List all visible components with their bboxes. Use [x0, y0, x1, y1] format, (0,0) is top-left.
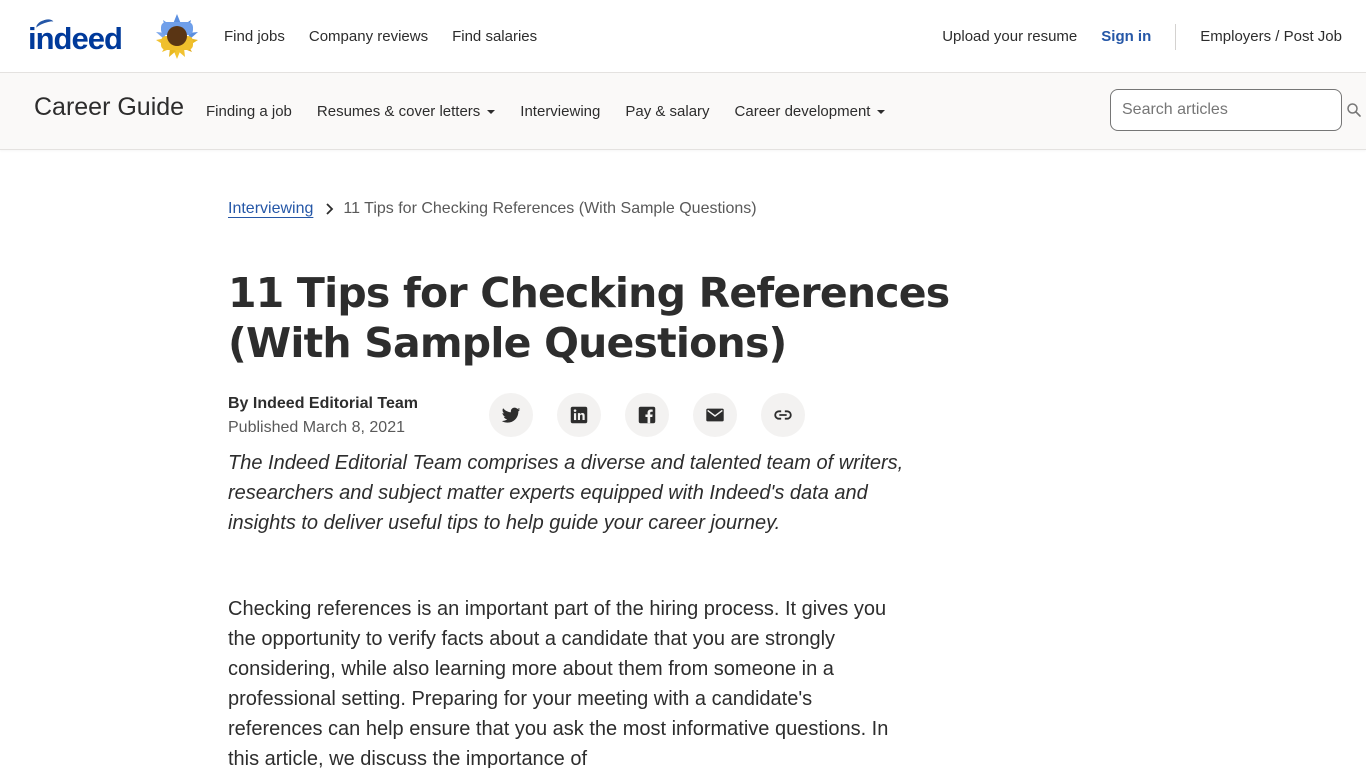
primary-nav: Find jobs Company reviews Find salaries	[224, 0, 561, 73]
share-facebook-button[interactable]	[625, 393, 669, 437]
employers-post-job-link[interactable]: Employers / Post Job	[1200, 28, 1342, 45]
guide-nav-resumes-cover-letters[interactable]: Resumes & cover letters	[316, 103, 496, 120]
guide-nav-finding-a-job[interactable]: Finding a job	[206, 103, 292, 120]
top-header: indeed Find jobs Company reviews Find sa…	[0, 0, 1366, 73]
guide-nav-interviewing[interactable]: Interviewing	[520, 103, 600, 120]
published-date: Published March 8, 2021	[228, 419, 405, 436]
guide-nav-label: Resumes & cover letters	[316, 103, 481, 120]
article-intro-paragraph: Checking references is an important part…	[228, 598, 889, 768]
caret-down-icon	[877, 109, 886, 114]
caret-down-icon	[487, 109, 496, 114]
nav-divider	[1175, 23, 1177, 50]
guide-nav-label: Interviewing	[520, 103, 601, 120]
search-icon[interactable]	[1346, 102, 1362, 118]
guide-nav-label: Pay & salary	[625, 103, 710, 120]
guide-nav-label: Career development	[734, 103, 871, 120]
email-icon	[706, 408, 724, 422]
twitter-icon	[501, 407, 521, 423]
share-twitter-button[interactable]	[489, 393, 533, 437]
nav-company-reviews[interactable]: Company reviews	[309, 28, 428, 45]
account-nav: Upload your resume Sign in Employers / P…	[918, 0, 1342, 73]
facebook-icon	[638, 406, 656, 424]
article-title: 11 Tips for Checking References (With Sa…	[228, 269, 950, 367]
author-name[interactable]: By Indeed Editorial Team	[228, 393, 418, 415]
share-linkedin-button[interactable]	[557, 393, 601, 437]
nav-find-salaries[interactable]: Find salaries	[452, 28, 537, 45]
byline: By Indeed Editorial Team Published March…	[228, 393, 418, 441]
linkedin-icon	[570, 406, 588, 424]
share-email-button[interactable]	[693, 393, 737, 437]
career-guide-nav: Finding a job Resumes & cover letters In…	[206, 73, 910, 150]
chevron-right-icon	[326, 203, 334, 215]
breadcrumb-current: 11 Tips for Checking References (With Sa…	[343, 200, 757, 217]
guide-nav-career-development[interactable]: Career development	[735, 103, 886, 120]
editorial-team-bio: The Indeed Editorial Team comprises a di…	[228, 452, 904, 534]
breadcrumb: Interviewing 11 Tips for Checking Refere…	[228, 200, 757, 218]
guide-nav-label: Finding a job	[206, 103, 292, 120]
career-guide-title[interactable]: Career Guide	[34, 93, 184, 122]
sunflower-icon	[156, 14, 198, 59]
breadcrumb-interviewing-link[interactable]: Interviewing	[228, 200, 313, 218]
search-articles	[1110, 89, 1361, 131]
guide-nav-pay-salary[interactable]: Pay & salary	[625, 103, 709, 120]
copy-link-button[interactable]	[761, 393, 805, 437]
nav-find-jobs[interactable]: Find jobs	[224, 28, 285, 45]
upload-resume-link[interactable]: Upload your resume	[942, 28, 1077, 45]
sign-in-link[interactable]: Sign in	[1101, 28, 1151, 45]
search-articles-input[interactable]	[1110, 89, 1342, 131]
share-buttons	[489, 393, 829, 437]
link-icon	[774, 410, 792, 420]
career-guide-bar: Career Guide Finding a job Resumes & cov…	[0, 73, 1366, 150]
